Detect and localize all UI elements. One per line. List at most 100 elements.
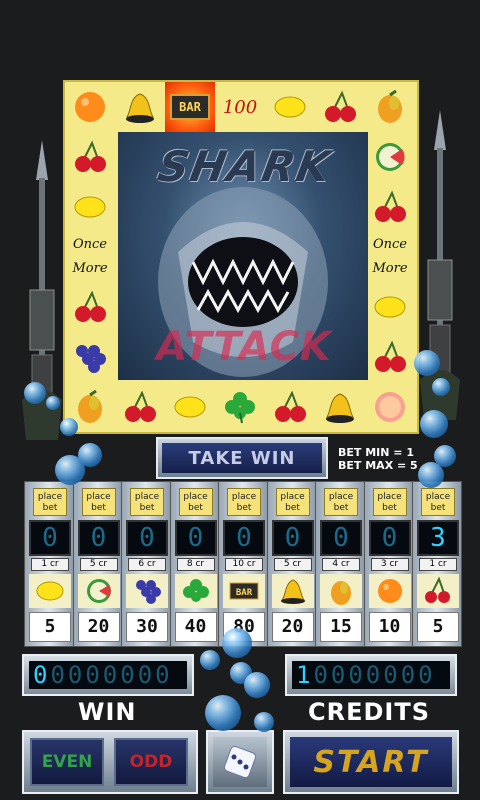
bubble-decoration [432, 378, 450, 396]
clover-icon [182, 579, 209, 602]
board-cell-once-more: Once More [365, 232, 415, 282]
credit-cost-label: 8 cr [176, 558, 215, 571]
board-cell-orange [65, 82, 115, 132]
credit-cost-label: 5 cr [79, 558, 118, 571]
bell-icon [326, 393, 354, 423]
bell-icon [280, 579, 305, 604]
cherries-icon [375, 340, 406, 372]
grapes-icon [136, 580, 161, 604]
credit-cost-label: 1 cr [419, 558, 457, 571]
orange-icon [75, 92, 105, 122]
payout-value: 20 [271, 612, 314, 642]
column-symbol [368, 574, 411, 608]
bet-column: place bet 0 4 cr 15 [315, 481, 365, 647]
board-cell-bell [115, 82, 165, 132]
bubble-decoration [222, 628, 252, 658]
bell-icon [126, 93, 154, 123]
board-cell-cherries [265, 382, 315, 432]
board-cell-once-more: Once More [65, 232, 115, 282]
cherries-icon [375, 190, 406, 222]
orange-icon [377, 579, 402, 603]
win-value: 0 [33, 661, 51, 689]
even-button[interactable]: EVEN [30, 738, 104, 786]
bubble-decoration [46, 396, 60, 410]
start-button[interactable]: START [283, 730, 459, 794]
win-label: WIN [78, 698, 137, 726]
once-more-label: Once More [372, 237, 408, 276]
bet-column: place bet 0 5 cr 20 [266, 481, 317, 647]
bet-column: place bet 3 1 cr 5 [412, 481, 462, 647]
bet-column: place bet 0 5 cr 20 [72, 481, 123, 647]
credit-cost-label: 10 cr [225, 558, 263, 571]
cherries-icon [325, 90, 356, 122]
board-cell-lemon [265, 82, 315, 132]
dice-button[interactable] [206, 730, 274, 794]
lemon-icon [174, 396, 206, 418]
board-cell-mango [365, 82, 415, 132]
bet-column: place bet 0 3 cr 10 [363, 481, 414, 647]
grapefruit-icon [375, 392, 405, 422]
watermelon-icon [376, 143, 405, 171]
bubble-decoration [205, 695, 241, 731]
bet-amount-display: 0 [29, 520, 71, 556]
take-win-label: TAKE WIN [162, 443, 322, 473]
column-symbol: BAR [223, 574, 265, 608]
place-bet-button[interactable]: place bet [178, 488, 213, 516]
column-symbol [29, 574, 71, 608]
column-symbol [126, 574, 168, 608]
place-bet-button[interactable]: place bet [372, 488, 407, 516]
bubble-decoration [24, 382, 46, 404]
bet-amount-display: 0 [320, 520, 362, 556]
trident-right-decoration [420, 110, 460, 420]
column-symbol [417, 574, 459, 608]
board-cell-cherries [365, 182, 415, 232]
place-bet-button[interactable]: place bet [33, 488, 67, 516]
board-cell-bar: BAR [165, 82, 215, 132]
bet-amount-display: 0 [126, 520, 168, 556]
board-cell-100: 100 [215, 82, 265, 132]
board-cell-grapes [65, 332, 115, 382]
payout-value: 15 [320, 612, 362, 642]
bet-amount-display: 0 [174, 520, 217, 556]
place-bet-button[interactable]: place bet [81, 488, 116, 516]
bet-max-text: BET MAX = 5 [338, 459, 418, 472]
place-bet-button[interactable]: place bet [130, 488, 164, 516]
place-bet-button[interactable]: place bet [324, 488, 358, 516]
column-symbol [174, 574, 217, 608]
bubble-decoration [420, 410, 448, 438]
column-symbol [271, 574, 314, 608]
credits-counter: 10000000 [285, 654, 457, 696]
cherries-icon [75, 140, 106, 172]
cherries-icon [75, 290, 106, 322]
board-cell-lemon [165, 382, 215, 432]
mango-icon [78, 389, 102, 423]
board-cell-cherries [115, 382, 165, 432]
once-more-label: Once More [72, 237, 108, 276]
place-bet-button[interactable]: place bet [421, 488, 455, 516]
credit-cost-label: 4 cr [322, 558, 360, 571]
lemon-icon [374, 296, 406, 318]
credits-display: 10000000 [292, 661, 450, 689]
lemon-icon [74, 196, 106, 218]
board-cell-cherries [65, 282, 115, 332]
take-win-button[interactable]: TAKE WIN [156, 437, 328, 479]
odd-button[interactable]: ODD [114, 738, 188, 786]
bet-amount-display: 0 [223, 520, 265, 556]
board-cell-cherries [365, 332, 415, 382]
bet-amount-display: 0 [77, 520, 120, 556]
lemon-icon [274, 96, 306, 118]
board-cell-grapefruit [365, 382, 415, 432]
place-bet-button[interactable]: place bet [275, 488, 310, 516]
bet-amount-display: 3 [417, 520, 459, 556]
bet-column: place bet 0 1 cr 5 [24, 481, 74, 647]
title-shark: SHARK [154, 142, 336, 191]
mango-icon [331, 581, 351, 605]
bubble-decoration [254, 712, 274, 732]
place-bet-button[interactable]: place bet [227, 488, 261, 516]
even-odd-group: EVEN ODD [22, 730, 198, 794]
hundred-label: 100 [222, 96, 258, 118]
payout-value: 10 [368, 612, 411, 642]
cherries-icon [275, 390, 306, 422]
credit-cost-label: 5 cr [273, 558, 312, 571]
board-cell-watermelon [365, 132, 415, 182]
